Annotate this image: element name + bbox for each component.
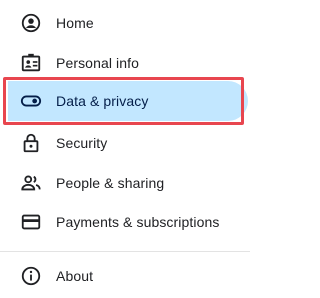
nav-item-label: Data & privacy [56, 93, 149, 109]
nav-item-label: Payments & subscriptions [56, 214, 220, 230]
nav-item-label: Security [56, 135, 108, 151]
nav-item-label: People & sharing [56, 175, 165, 191]
home-person-icon [20, 12, 42, 34]
id-card-icon [20, 52, 42, 74]
nav-item-label: About [56, 268, 94, 284]
info-icon [20, 265, 42, 287]
toggle-icon [20, 90, 42, 112]
nav-item-data-privacy[interactable]: Data & privacy [8, 81, 248, 121]
nav-item-label: Home [56, 15, 94, 31]
nav-item-home[interactable]: Home [0, 3, 250, 43]
nav-item-payments-subscriptions[interactable]: Payments & subscriptions [0, 202, 250, 242]
nav-item-about[interactable]: About [0, 256, 250, 296]
people-icon [20, 172, 42, 194]
nav-item-label: Personal info [56, 55, 140, 71]
nav-item-security[interactable]: Security [0, 123, 250, 163]
nav-item-people-sharing[interactable]: People & sharing [0, 163, 250, 203]
nav-item-personal-info[interactable]: Personal info [0, 43, 250, 83]
nav-divider [0, 251, 250, 252]
lock-icon [20, 132, 42, 154]
credit-card-icon [20, 211, 42, 233]
